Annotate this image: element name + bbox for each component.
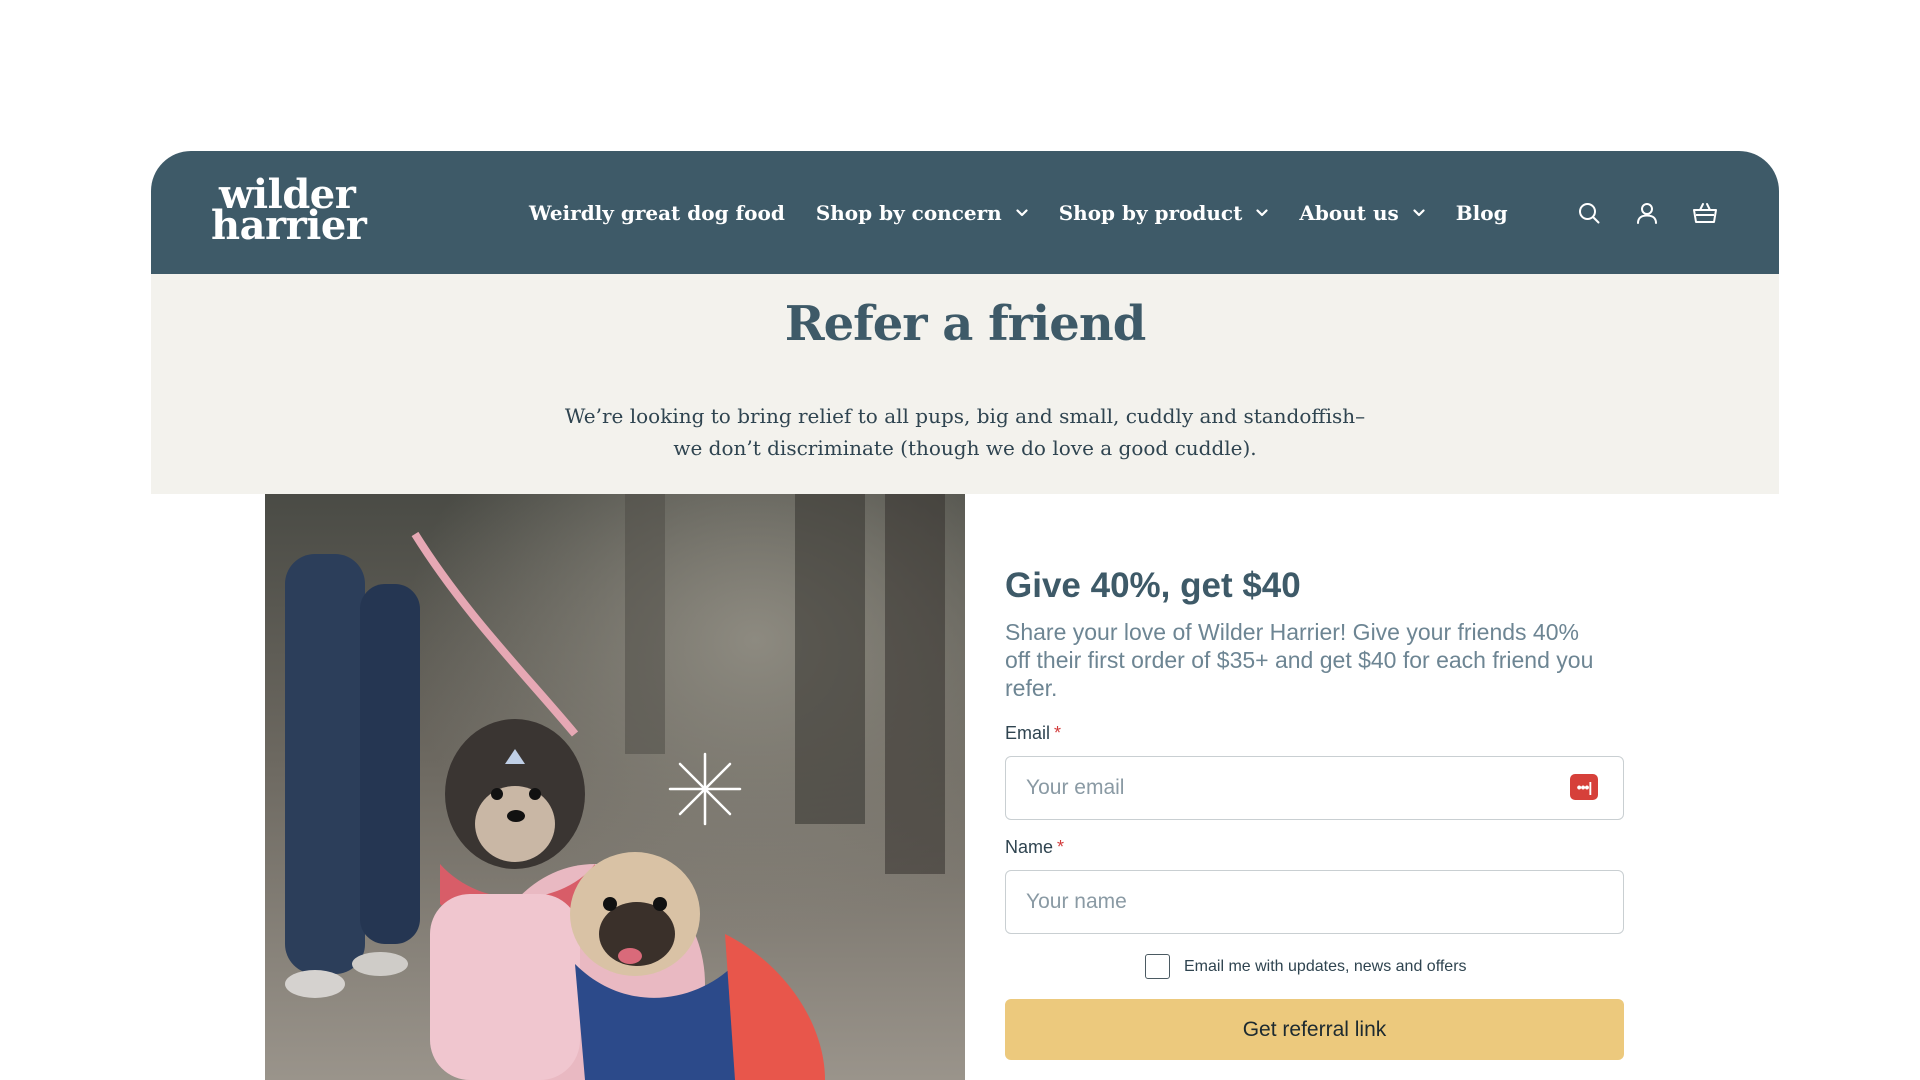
refer-hero: Refer a friend We’re looking to bring re…	[151, 274, 1779, 494]
name-label-text: Name	[1005, 837, 1054, 857]
search-icon[interactable]	[1575, 199, 1603, 227]
nav-item-label: Blog	[1455, 200, 1508, 225]
get-referral-link-button[interactable]: Get referral link	[1005, 999, 1624, 1060]
referral-form: Give 40%, get $40 Share your love of Wil…	[1005, 494, 1625, 1080]
chevron-down-icon	[1256, 208, 1268, 217]
required-marker: *	[1054, 723, 1062, 743]
nav-item-label: About us	[1299, 200, 1399, 225]
cart-icon[interactable]	[1691, 199, 1719, 227]
dogs-photo-illustration	[265, 494, 965, 1080]
newsletter-checkbox-label: Email me with updates, news and offers	[1184, 957, 1467, 975]
newsletter-checkbox[interactable]	[1145, 954, 1170, 979]
email-label-text: Email	[1005, 723, 1051, 743]
dogs-photo	[265, 494, 965, 1080]
nav-item-label: Shop by product	[1058, 200, 1243, 225]
email-field[interactable]	[1005, 756, 1624, 820]
nav-item-shop-by-concern[interactable]: Shop by concern	[816, 201, 1028, 225]
page-title: Refer a friend	[784, 296, 1147, 352]
logo-line-2: harrier	[211, 202, 367, 249]
chevron-down-icon	[1413, 208, 1425, 217]
site-header: wilder harrier Weirdly great dog food Sh…	[151, 151, 1779, 274]
name-field[interactable]	[1005, 870, 1624, 934]
nav-item-blog[interactable]: Blog	[1456, 201, 1508, 225]
referral-description: Share your love of Wilder Harrier! Give …	[1005, 619, 1594, 701]
password-manager-icon[interactable]: •••|	[1570, 774, 1598, 800]
nav-item-weirdly-great-dog-food[interactable]: Weirdly great dog food	[529, 201, 785, 225]
nav-item-shop-by-product[interactable]: Shop by product	[1059, 201, 1269, 225]
chevron-down-icon	[1016, 208, 1028, 217]
referral-title: Give 40%, get $40	[1005, 566, 1301, 605]
account-icon[interactable]	[1633, 199, 1661, 227]
email-label: Email *	[1005, 723, 1061, 744]
required-marker: *	[1057, 837, 1065, 857]
newsletter-consent: Email me with updates, news and offers	[1145, 954, 1467, 979]
nav-item-label: Weirdly great dog food	[529, 200, 785, 225]
hero-description: We’re looking to bring relief to all pup…	[564, 404, 1366, 460]
logo[interactable]: wilder harrier	[211, 175, 367, 249]
header-actions	[1545, 151, 1719, 274]
name-label: Name *	[1005, 837, 1064, 858]
main-nav: Weirdly great dog food Shop by concern S…	[529, 151, 1539, 274]
nav-item-about-us[interactable]: About us	[1299, 200, 1425, 225]
nav-item-label: Shop by concern	[815, 200, 1002, 225]
